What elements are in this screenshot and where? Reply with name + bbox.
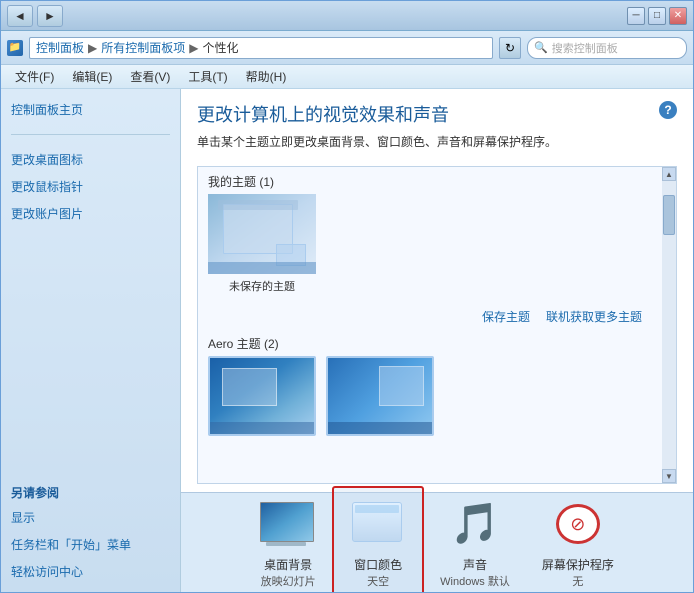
toolbar-wallpaper-label: 桌面背景 (264, 556, 312, 573)
save-theme-link[interactable]: 保存主题 (482, 308, 530, 325)
wincolor-icon (352, 502, 404, 546)
menu-bar: 文件(F) 编辑(E) 查看(V) 工具(T) 帮助(H) (1, 65, 693, 89)
sidebar-link-desktop-icons[interactable]: 更改桌面图标 (11, 149, 170, 170)
toolbar-sound-label: 声音 (463, 556, 487, 573)
themes-action-row: 保存主题 联机获取更多主题 (198, 304, 662, 329)
toolbar-sound-sublabel: Windows 默认 (440, 573, 510, 589)
menu-tools[interactable]: 工具(T) (180, 66, 235, 87)
screensaver-icon: ⊘ (553, 502, 603, 546)
content-panel: 更改计算机上的视觉效果和声音 单击某个主题立即更改桌面背景、窗口颜色、声音和屏幕… (181, 89, 693, 592)
wincolor-icon-container (350, 496, 406, 552)
menu-file[interactable]: 文件(F) (7, 66, 62, 87)
sidebar-link-account-pic[interactable]: 更改账户图片 (11, 203, 170, 224)
sound-icon: 🎵 (450, 504, 500, 544)
wallpaper-bar (266, 542, 306, 546)
title-bar-left: ◄ ► (7, 5, 63, 27)
toolbar-item-wincolor[interactable]: 窗口颜色 天空 (332, 486, 424, 592)
breadcrumb-part3: 个性化 (203, 39, 239, 56)
sound-icon-container: 🎵 (447, 496, 503, 552)
toolbar-wincolor-sublabel: 天空 (367, 573, 389, 589)
window-controls: ─ □ ✕ (627, 7, 687, 25)
wallpaper-bg (260, 502, 314, 542)
main-window: ◄ ► ─ □ ✕ 📁 控制面板 ▶ 所有控制面板项 ▶ 个性化 ↻ 🔍 搜索控… (0, 0, 694, 593)
sidebar: 控制面板主页 更改桌面图标 更改鼠标指针 更改账户图片 另请参阅 显示 任务栏和… (1, 89, 181, 592)
theme-label-unsaved: 未保存的主题 (229, 278, 295, 294)
menu-edit[interactable]: 编辑(E) (64, 66, 120, 87)
theme-preview-unsaved (208, 194, 316, 274)
back-button[interactable]: ◄ (7, 5, 33, 27)
maximize-button[interactable]: □ (648, 7, 666, 25)
content-title: 更改计算机上的视觉效果和声音 (197, 101, 677, 127)
theme-item-aero2[interactable] (326, 356, 434, 436)
wallpaper-icon (260, 502, 316, 546)
toolbar-item-screensaver[interactable]: ⊘ 屏幕保护程序 无 (526, 488, 630, 592)
toolbar-item-wallpaper[interactable]: 桌面背景 放映幻灯片 (244, 488, 332, 592)
menu-help[interactable]: 帮助(H) (238, 66, 295, 87)
scroll-thumb[interactable] (663, 195, 675, 235)
sidebar-link-display[interactable]: 显示 (11, 507, 170, 528)
bottom-toolbar: 桌面背景 放映幻灯片 窗口颜色 天空 (181, 492, 693, 592)
address-bar: 📁 控制面板 ▶ 所有控制面板项 ▶ 个性化 ↻ 🔍 搜索控制面板 (1, 31, 693, 65)
theme-item-unsaved[interactable]: 未保存的主题 (208, 194, 316, 294)
scrollbar[interactable]: ▲ ▼ (662, 167, 676, 483)
breadcrumb-part2[interactable]: 所有控制面板项 (101, 39, 185, 56)
scroll-track (662, 181, 676, 469)
more-themes-link[interactable]: 联机获取更多主题 (546, 308, 642, 325)
wincolor-titlebar (355, 505, 399, 513)
search-bar[interactable]: 🔍 搜索控制面板 (527, 37, 687, 59)
theme-preview-aero1 (208, 356, 316, 436)
toolbar-item-sound[interactable]: 🎵 声音 Windows 默认 (424, 488, 526, 592)
sidebar-link-accessibility[interactable]: 轻松访问中心 (11, 561, 170, 582)
scroll-up-button[interactable]: ▲ (662, 167, 676, 181)
screensaver-circle: ⊘ (556, 504, 600, 544)
sidebar-divider (11, 134, 170, 135)
aero1-window (222, 368, 277, 406)
wallpaper-icon-container (260, 496, 316, 552)
content-description: 单击某个主题立即更改桌面背景、窗口颜色、声音和屏幕保护程序。 (197, 133, 677, 150)
forward-button[interactable]: ► (37, 5, 63, 27)
breadcrumb-bar: 控制面板 ▶ 所有控制面板项 ▶ 个性化 (29, 37, 493, 59)
search-icon: 🔍 (534, 41, 548, 54)
breadcrumb-arrow1: ▶ (88, 41, 97, 55)
aero1-taskbar (210, 422, 314, 434)
help-button[interactable]: ? (659, 101, 677, 119)
close-button[interactable]: ✕ (669, 7, 687, 25)
sidebar-link-mouse[interactable]: 更改鼠标指针 (11, 176, 170, 197)
content-header: 更改计算机上的视觉效果和声音 单击某个主题立即更改桌面背景、窗口颜色、声音和屏幕… (181, 89, 693, 166)
theme-preview-aero2 (326, 356, 434, 436)
minimize-button[interactable]: ─ (627, 7, 645, 25)
theme-taskbar (208, 262, 316, 274)
toolbar-wallpaper-sublabel: 放映幻灯片 (261, 573, 316, 589)
folder-icon: 📁 (7, 40, 23, 56)
themes-scroll-area[interactable]: 我的主题 (1) 未保存的主题 (198, 167, 662, 483)
sidebar-link-taskbar[interactable]: 任务栏和「开始」菜单 (11, 534, 170, 555)
breadcrumb-part1[interactable]: 控制面板 (36, 39, 84, 56)
search-placeholder: 搜索控制面板 (552, 40, 618, 56)
screensaver-slash: ⊘ (570, 514, 585, 535)
toolbar-wincolor-label: 窗口颜色 (354, 556, 402, 573)
themes-container: 我的主题 (1) 未保存的主题 (197, 166, 677, 484)
screensaver-icon-container: ⊘ (550, 496, 606, 552)
title-bar: ◄ ► ─ □ ✕ (1, 1, 693, 31)
breadcrumb-arrow2: ▶ (189, 41, 198, 55)
aero-themes-label: Aero 主题 (2) (198, 329, 662, 356)
menu-view[interactable]: 查看(V) (122, 66, 178, 87)
toolbar-screensaver-sublabel: 无 (572, 573, 583, 589)
sidebar-also-section: 另请参阅 (11, 484, 170, 501)
my-themes-label: 我的主题 (1) (198, 167, 662, 194)
sidebar-link-home[interactable]: 控制面板主页 (11, 99, 170, 120)
aero2-window (379, 366, 424, 406)
refresh-button[interactable]: ↻ (499, 37, 521, 59)
toolbar-screensaver-label: 屏幕保护程序 (542, 556, 614, 573)
my-themes-grid: 未保存的主题 (198, 194, 662, 304)
theme-item-aero1[interactable] (208, 356, 316, 436)
scroll-down-button[interactable]: ▼ (662, 469, 676, 483)
theme-deco-bar (218, 200, 298, 210)
aero2-taskbar (328, 422, 432, 434)
aero-themes-grid (198, 356, 662, 446)
main-area: 控制面板主页 更改桌面图标 更改鼠标指针 更改账户图片 另请参阅 显示 任务栏和… (1, 89, 693, 592)
